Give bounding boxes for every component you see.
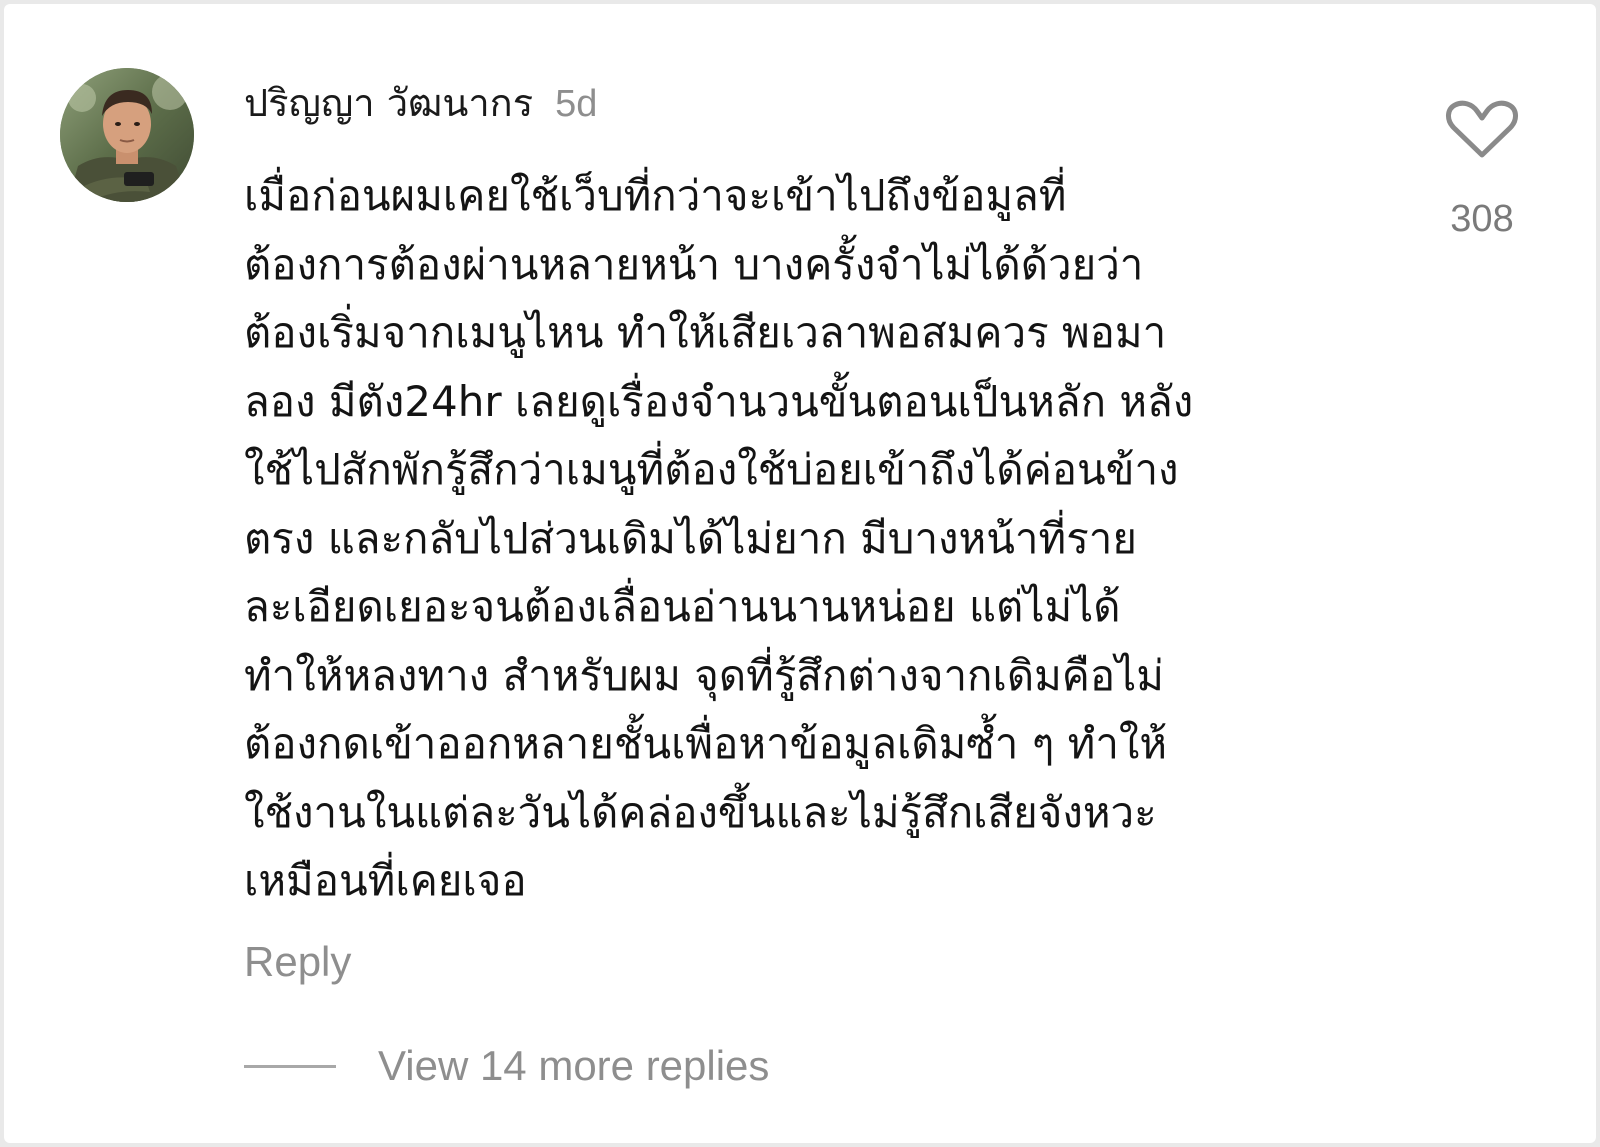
comment-line: เมื่อก่อนผมเคยใช้เว็บที่กว่าจะเข้าไปถึงข…	[244, 171, 1067, 220]
comment-line: ต้องเริ่มจากเมนูไหน ทำให้เสียเวลาพอสมควร…	[244, 308, 1167, 357]
comment-line: ใช้งานในแต่ละวันได้คล่องขึ้นและไม่รู้สึก…	[244, 787, 1157, 837]
username[interactable]: ปริญญา วัฒนากร	[244, 72, 533, 133]
comment-text: เมื่อก่อนผมเคยใช้เว็บที่กว่าจะเข้าไปถึงข…	[244, 162, 1364, 916]
heart-outline-icon	[1446, 100, 1518, 158]
comment-header: ปริญญา วัฒนากร 5d	[244, 72, 597, 133]
comment-line: ลอง มีตัง24hr เลยดูเรื่องจำนวนขั้นตอนเป็…	[244, 376, 1194, 426]
reply-button[interactable]: Reply	[244, 938, 351, 986]
avatar[interactable]	[60, 68, 194, 202]
timestamp: 5d	[555, 83, 598, 125]
comment-line: เหมือนที่เคยเจอ	[244, 856, 527, 905]
comment-line: ใช้ไปสักพักรู้สึกว่าเมนูที่ต้องใช้บ่อยเข…	[244, 445, 1179, 494]
comment-line: ต้องการต้องผ่านหลายหน้า บางครั้งจำไม่ได้…	[244, 239, 1144, 289]
comment-line: ทำให้หลงทาง สำหรับผม จุดที่รู้สึกต่างจาก…	[244, 650, 1164, 700]
comment-card: ปริญญา วัฒนากร 5d เมื่อก่อนผมเคยใช้เว็บท…	[4, 4, 1596, 1143]
comment-line: ต้องกดเข้าออกหลายชั้นเพื่อหาข้อมูลเดิมซ้…	[244, 719, 1168, 768]
replies-divider-line	[244, 1064, 336, 1068]
avatar-image	[60, 68, 194, 202]
comment-line: ตรง และกลับไปส่วนเดิมได้ไม่ยาก มีบางหน้า…	[244, 513, 1137, 563]
like-button[interactable]	[1444, 100, 1520, 160]
like-count: 308	[1450, 198, 1514, 240]
view-replies-label: View 14 more replies	[378, 1042, 770, 1089]
comment-line: ละเอียดเยอะจนต้องเลื่อนอ่านนานหน่อย แต่ไ…	[244, 582, 1121, 631]
view-more-replies-button[interactable]: View 14 more replies	[244, 1042, 769, 1090]
